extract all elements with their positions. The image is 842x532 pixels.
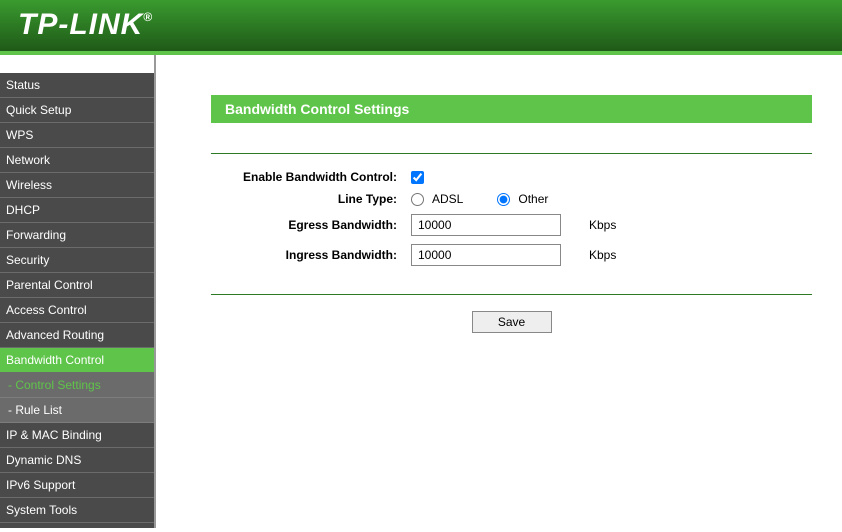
sidebar-item-label: Bandwidth Control	[6, 353, 104, 367]
sidebar-item-security[interactable]: Security	[0, 248, 154, 273]
radio-adsl[interactable]	[411, 193, 424, 206]
radio-other-label: Other	[518, 192, 548, 206]
sidebar-item-ipv6-support[interactable]: IPv6 Support	[0, 473, 154, 498]
header: TP-LINK®	[0, 0, 842, 55]
sidebar-item-wireless[interactable]: Wireless	[0, 173, 154, 198]
sidebar-item-label: Access Control	[6, 303, 87, 317]
sidebar-item-label: Forwarding	[6, 228, 66, 242]
sidebar-item-status[interactable]: Status	[0, 73, 154, 98]
label-enable: Enable Bandwidth Control:	[211, 170, 411, 184]
sidebar-item-label: Network	[6, 153, 50, 167]
brand-logo: TP-LINK®	[18, 8, 824, 42]
sidebar-item-label: System Tools	[6, 503, 77, 517]
save-button[interactable]: Save	[472, 311, 552, 333]
radio-other[interactable]	[497, 193, 510, 206]
settings-form: Enable Bandwidth Control: Line Type: ADS…	[211, 153, 812, 295]
sidebar-item-system-tools[interactable]: System Tools	[0, 498, 154, 523]
ingress-input[interactable]	[411, 244, 561, 266]
row-line-type: Line Type: ADSL Other	[211, 192, 812, 206]
sidebar-item-label: WPS	[6, 128, 33, 142]
radio-other-wrap[interactable]: Other	[497, 192, 548, 206]
sidebar-item-label: Advanced Routing	[6, 328, 104, 342]
label-line-type: Line Type:	[211, 192, 411, 206]
sidebar-item-access-control[interactable]: Access Control	[0, 298, 154, 323]
enable-bandwidth-checkbox[interactable]	[411, 171, 424, 184]
sidebar-subitem-label: - Rule List	[8, 403, 62, 417]
sidebar-item-label: IP & MAC Binding	[6, 428, 102, 442]
label-egress: Egress Bandwidth:	[211, 218, 411, 232]
sidebar-item-label: Quick Setup	[6, 103, 71, 117]
sidebar-item-label: Wireless	[6, 178, 52, 192]
row-ingress: Ingress Bandwidth: Kbps	[211, 244, 812, 266]
sidebar-item-advanced-routing[interactable]: Advanced Routing	[0, 323, 154, 348]
radio-adsl-wrap[interactable]: ADSL	[411, 192, 463, 206]
sidebar-item-parental-control[interactable]: Parental Control	[0, 273, 154, 298]
sidebar-item-label: Security	[6, 253, 49, 267]
sidebar-item-label: Parental Control	[6, 278, 93, 292]
ingress-unit: Kbps	[589, 248, 616, 262]
sidebar-item-forwarding[interactable]: Forwarding	[0, 223, 154, 248]
button-row: Save	[211, 311, 812, 333]
sidebar: Status Quick Setup WPS Network Wireless …	[0, 55, 156, 528]
egress-unit: Kbps	[589, 218, 616, 232]
sidebar-item-label: IPv6 Support	[6, 478, 75, 492]
sidebar-subitem-control-settings[interactable]: - Control Settings	[0, 373, 154, 398]
row-enable: Enable Bandwidth Control:	[211, 170, 812, 184]
sidebar-item-quick-setup[interactable]: Quick Setup	[0, 98, 154, 123]
sidebar-item-ip-mac-binding[interactable]: IP & MAC Binding	[0, 423, 154, 448]
radio-adsl-label: ADSL	[432, 192, 463, 206]
container: Status Quick Setup WPS Network Wireless …	[0, 55, 842, 528]
sidebar-item-wps[interactable]: WPS	[0, 123, 154, 148]
sidebar-subitem-label: - Control Settings	[8, 378, 101, 392]
sidebar-item-logout[interactable]: Logout	[0, 523, 154, 528]
label-ingress: Ingress Bandwidth:	[211, 248, 411, 262]
sidebar-item-label: Status	[6, 78, 40, 92]
sidebar-item-dynamic-dns[interactable]: Dynamic DNS	[0, 448, 154, 473]
page-title: Bandwidth Control Settings	[211, 95, 812, 123]
sidebar-item-dhcp[interactable]: DHCP	[0, 198, 154, 223]
sidebar-item-label: DHCP	[6, 203, 40, 217]
row-egress: Egress Bandwidth: Kbps	[211, 214, 812, 236]
egress-input[interactable]	[411, 214, 561, 236]
sidebar-item-label: Dynamic DNS	[6, 453, 81, 467]
main-content: Bandwidth Control Settings Enable Bandwi…	[156, 55, 842, 528]
sidebar-subitem-rule-list[interactable]: - Rule List	[0, 398, 154, 423]
sidebar-item-network[interactable]: Network	[0, 148, 154, 173]
sidebar-item-bandwidth-control[interactable]: Bandwidth Control	[0, 348, 154, 373]
